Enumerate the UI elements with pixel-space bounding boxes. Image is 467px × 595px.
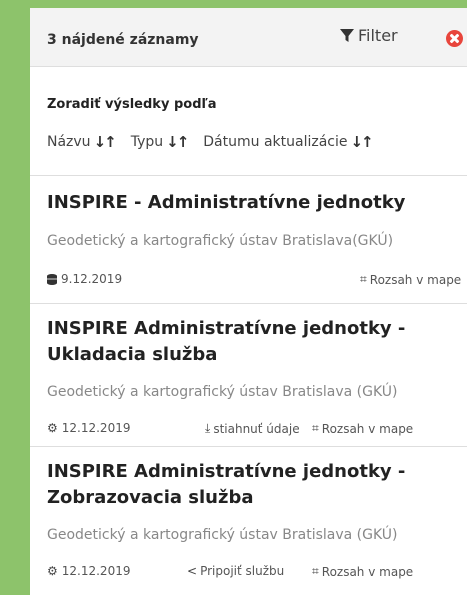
map-extent-link[interactable]: ⌗ Rozsah v mape xyxy=(312,421,413,436)
search-results-panel: 3 nájdené záznamy Filter Zoradiť výsledk… xyxy=(30,8,467,595)
sort-label: Typu xyxy=(130,134,164,150)
share-icon: < xyxy=(187,564,198,578)
extent-icon: ⌗ xyxy=(312,564,319,578)
sort-by-date[interactable]: Dátumu aktualizácie ↓↑ xyxy=(203,133,373,151)
extent-icon: ⌗ xyxy=(312,421,319,435)
record-title[interactable]: INSPIRE Administratívne jednotky - Uklad… xyxy=(47,316,457,368)
map-extent-link[interactable]: ⌗ Rozsah v mape xyxy=(360,272,461,287)
sort-by-name[interactable]: Názvu ↓↑ xyxy=(47,133,117,151)
sort-options: Názvu ↓↑ Typu ↓↑ Dátumu aktualizácie ↓↑ xyxy=(47,133,374,151)
connect-service-link[interactable]: < Pripojiť službu xyxy=(187,564,284,578)
date-text: 12.12.2019 xyxy=(61,421,131,435)
sort-label: Názvu xyxy=(47,134,91,150)
sort-title: Zoradiť výsledky podľa xyxy=(47,97,217,112)
action-label: Rozsah v mape xyxy=(321,564,414,579)
list-item: INSPIRE Administratívne jednotky - Zobra… xyxy=(30,447,467,595)
record-organization: Geodetický a kartografický ústav Bratisl… xyxy=(47,233,394,249)
download-icon: ⤓ xyxy=(205,421,211,435)
results-count: 3 nájdené záznamy xyxy=(47,32,199,48)
filter-button[interactable]: Filter xyxy=(340,26,398,45)
record-date: ⚙ 12.12.2019 xyxy=(47,564,130,578)
results-header: 3 nájdené záznamy Filter xyxy=(30,8,467,67)
sort-section: Zoradiť výsledky podľa Názvu ↓↑ Typu ↓↑ … xyxy=(30,67,467,176)
sort-arrows-icon: ↓↑ xyxy=(93,133,117,151)
date-text: 9.12.2019 xyxy=(61,272,123,286)
map-extent-link[interactable]: ⌗ Rozsah v mape xyxy=(312,564,413,579)
database-icon xyxy=(47,273,57,285)
action-label: Pripojiť službu xyxy=(200,564,285,578)
action-label: Rozsah v mape xyxy=(321,421,414,436)
sort-by-type[interactable]: Typu ↓↑ xyxy=(130,133,190,151)
download-link[interactable]: ⤓ stiahnuť údaje xyxy=(205,421,300,436)
record-title[interactable]: INSPIRE Administratívne jednotky - Zobra… xyxy=(47,459,457,511)
list-item: INSPIRE Administratívne jednotky - Uklad… xyxy=(30,304,467,447)
record-organization: Geodetický a kartografický ústav Bratisl… xyxy=(47,384,398,400)
date-text: 12.12.2019 xyxy=(61,564,131,578)
record-title[interactable]: INSPIRE - Administratívne jednotky xyxy=(47,190,457,216)
list-item: INSPIRE - Administratívne jednotky Geode… xyxy=(30,176,467,304)
sort-arrows-icon: ↓↑ xyxy=(166,133,189,151)
extent-icon: ⌗ xyxy=(360,272,367,286)
action-label: stiahnuť údaje xyxy=(213,421,300,436)
record-organization: Geodetický a kartografický ústav Bratisl… xyxy=(47,527,398,543)
gear-icon: ⚙ xyxy=(47,421,58,435)
gear-icon: ⚙ xyxy=(47,564,58,578)
record-date: 9.12.2019 xyxy=(47,272,122,286)
sort-arrows-icon: ↓↑ xyxy=(350,133,373,151)
funnel-icon xyxy=(340,28,354,42)
filter-label: Filter xyxy=(358,26,398,45)
sort-label: Dátumu aktualizácie xyxy=(203,134,348,150)
action-label: Rozsah v mape xyxy=(369,272,462,287)
record-date: ⚙ 12.12.2019 xyxy=(47,421,130,435)
close-icon[interactable] xyxy=(446,30,463,47)
